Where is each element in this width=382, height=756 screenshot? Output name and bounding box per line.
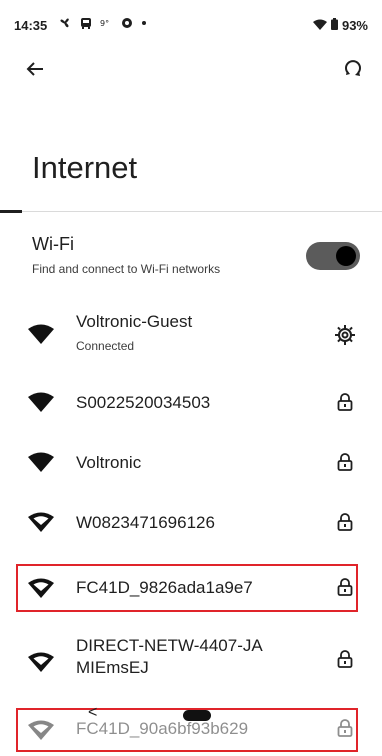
page-title: Internet [32,150,138,185]
svg-text:9°: 9° [100,19,109,28]
network-name: FC41D_90a6bf93b629 [76,719,249,738]
toggle-knob [336,246,356,266]
network-name-line-1: DIRECT-NETW-4407-JA [76,636,263,655]
fan-icon [58,16,72,30]
wifi-signal-partial-icon [28,512,54,537]
wifi-toggle[interactable] [306,242,360,270]
lock-icon [337,577,353,601]
wifi-title: Wi-Fi [32,234,74,254]
wifi-signal-full-icon [28,452,54,477]
lock-indicator [332,451,358,477]
notification-icons: 9° [58,16,147,30]
wifi-status-icon [312,18,327,33]
title-underline [0,210,22,213]
lock-indicator [332,717,358,743]
network-item-voltronic[interactable]: Voltronic [0,436,382,492]
back-button[interactable] [20,56,50,86]
network-status: Connected [76,339,135,353]
circle-app-icon [121,17,133,29]
dot-icon [141,20,147,26]
network-name: Voltronic-Guest [76,312,193,331]
wifi-signal-partial-icon [28,652,54,677]
lock-indicator [332,391,358,417]
lock-icon [337,452,353,476]
network-name: S0022520034503 [76,393,211,412]
top-app-bar [0,48,382,88]
status-time: 14:35 [14,18,48,33]
gear-icon [335,324,355,350]
network-name: W0823471696126 [76,513,215,532]
battery-icon [330,18,338,33]
lock-icon [337,392,353,416]
lock-indicator [332,511,358,537]
wifi-signal-full-icon [28,392,54,417]
lock-indicator [332,648,358,674]
wifi-toggle-row[interactable]: Wi-Fi Find and connect to Wi-Fi networks [0,228,382,286]
status-right: 93% [312,18,368,33]
network-name-line-2: MIEmsEJ [76,658,149,677]
network-name: Voltronic [76,453,142,472]
network-item-w0823471696126[interactable]: W0823471696126 [0,496,382,552]
status-bar: 14:35 9° 93% [0,0,382,40]
lock-icon [337,512,353,536]
network-reset-icon [342,58,364,85]
arrow-left-icon [26,61,44,82]
bus-icon [80,17,92,30]
network-name: FC41D_9826ada1a9e7 [76,578,253,597]
weather-icon: 9° [100,17,113,29]
nav-back-button[interactable]: < [88,704,97,722]
network-item-direct-netw[interactable]: DIRECT-NETW-4407-JA MIEmsEJ [0,628,382,696]
network-item-s0022520034503[interactable]: S0022520034503 [0,376,382,432]
lock-icon [337,718,353,742]
wifi-signal-full-icon [28,324,54,349]
lock-indicator [332,576,358,602]
network-reset-button[interactable] [338,56,368,86]
wifi-signal-partial-icon [28,720,54,745]
network-settings-button[interactable] [332,324,358,350]
wifi-subtitle: Find and connect to Wi-Fi networks [32,262,221,276]
title-divider [0,211,382,212]
wifi-signal-partial-icon [28,578,54,603]
battery-percent: 93% [341,18,368,33]
lock-icon [337,649,353,673]
network-item-fc41d-9826ada1a9e7[interactable]: FC41D_9826ada1a9e7 [0,560,382,616]
network-item-voltronic-guest[interactable]: Voltronic-Guest Connected [0,304,382,368]
gesture-handle[interactable] [183,710,211,721]
